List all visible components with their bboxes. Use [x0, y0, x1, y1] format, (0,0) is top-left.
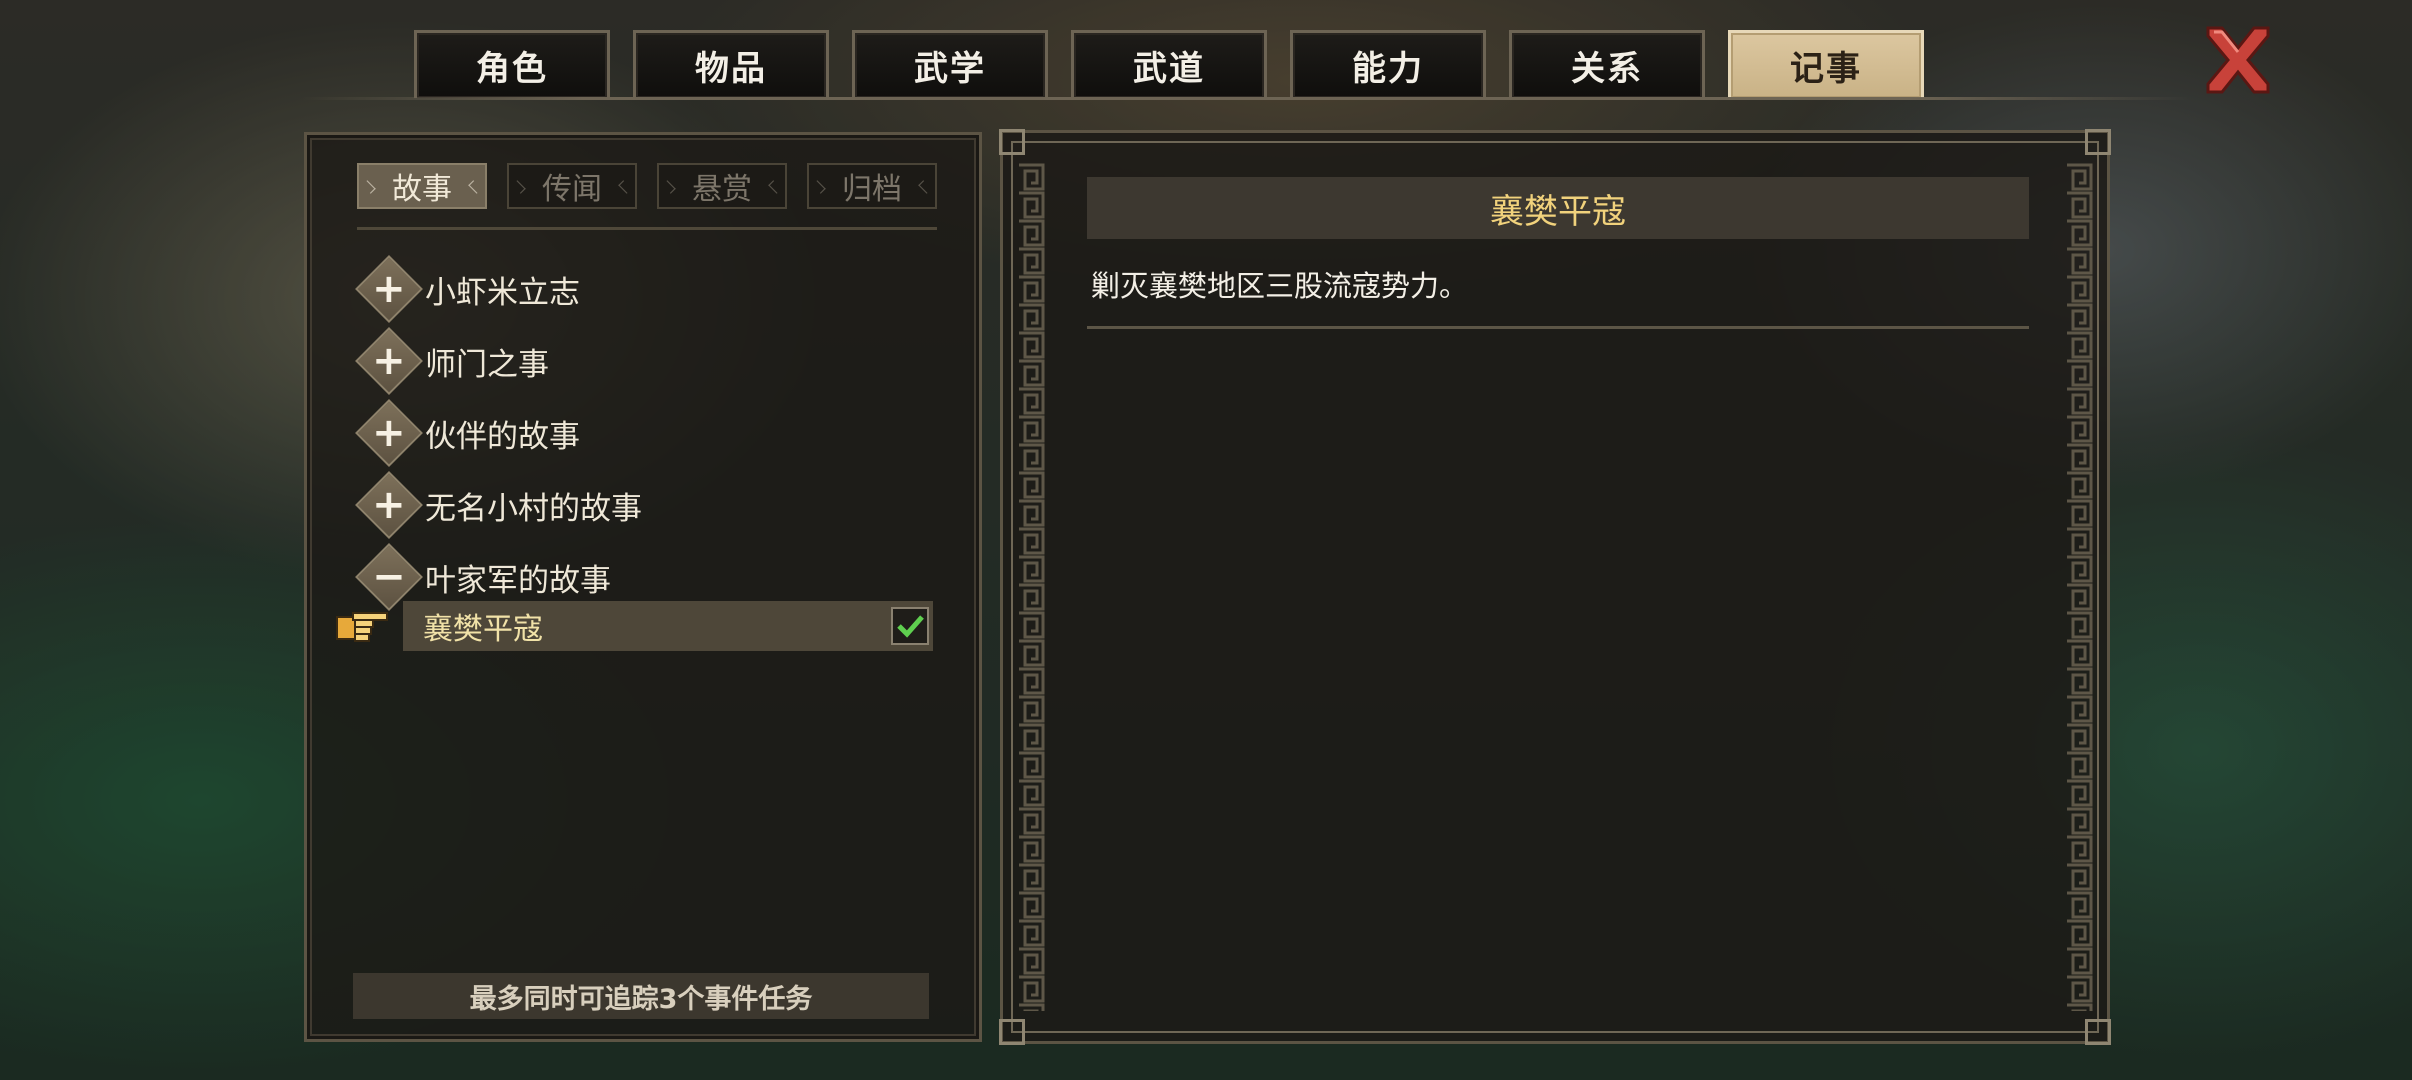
expand-icon[interactable]: + — [355, 255, 423, 323]
tab-martial-way[interactable]: 武道 — [1071, 30, 1267, 98]
tab-relations[interactable]: 关系 — [1509, 30, 1705, 98]
detail-divider — [1087, 326, 2029, 329]
tab-abilities[interactable]: 能力 — [1290, 30, 1486, 98]
tab-character[interactable]: 角色 — [414, 30, 610, 98]
story-item[interactable]: + 伙伴的故事 — [355, 397, 642, 469]
frame-corner — [999, 129, 1025, 155]
story-label: 无名小村的故事 — [425, 490, 642, 527]
story-label: 小虾米立志 — [425, 274, 580, 311]
tab-journal[interactable]: 记事 — [1728, 30, 1924, 98]
frame-corner — [999, 1019, 1025, 1045]
expand-icon[interactable]: + — [355, 471, 423, 539]
story-item[interactable]: + 小虾米立志 — [355, 253, 642, 325]
story-item[interactable]: + 师门之事 — [355, 325, 642, 397]
expand-icon[interactable]: + — [355, 399, 423, 467]
tab-martial-arts[interactable]: 武学 — [852, 30, 1048, 98]
frame-corner — [2085, 1019, 2111, 1045]
expand-icon[interactable]: + — [355, 327, 423, 395]
sub-tab-bar: 故事 传闻 悬赏 归档 — [357, 163, 937, 209]
hand-pointer-icon — [336, 612, 388, 642]
main-tab-bar: 角色 物品 武学 武道 能力 关系 记事 — [414, 30, 1924, 98]
quest-description: 剿灭襄樊地区三股流寇势力。 — [1091, 269, 1469, 303]
tab-items[interactable]: 物品 — [633, 30, 829, 98]
close-icon — [2206, 26, 2270, 94]
track-checkbox[interactable] — [891, 607, 929, 645]
quest-list-panel: 故事 传闻 悬赏 归档 + 小虾米立志 + 师门之事 + 伙伴的故事 + 无名小… — [304, 132, 982, 1042]
checkmark-icon — [897, 615, 924, 638]
tracking-limit-note: 最多同时可追踪3个事件任务 — [353, 973, 929, 1019]
selected-quest-row[interactable]: 襄樊平寇 — [403, 601, 933, 651]
subtab-rumors[interactable]: 传闻 — [507, 163, 637, 209]
story-list: + 小虾米立志 + 师门之事 + 伙伴的故事 + 无名小村的故事 − 叶家军的故… — [355, 253, 642, 613]
story-label: 师门之事 — [425, 346, 549, 383]
tab-bar-divider — [300, 97, 2192, 100]
close-button[interactable] — [2198, 20, 2278, 100]
meander-border-right — [2065, 163, 2093, 1011]
subtab-archive[interactable]: 归档 — [807, 163, 937, 209]
quest-title: 襄樊平寇 — [1087, 177, 2029, 239]
frame-corner — [2085, 129, 2111, 155]
story-item[interactable]: + 无名小村的故事 — [355, 469, 642, 541]
meander-border-left — [1017, 163, 1045, 1011]
sub-tab-divider — [357, 227, 937, 230]
quest-label: 襄樊平寇 — [423, 612, 543, 647]
quest-detail-panel: 襄樊平寇 剿灭襄樊地区三股流寇势力。 — [999, 129, 2111, 1045]
subtab-bounties[interactable]: 悬赏 — [657, 163, 787, 209]
story-label: 叶家军的故事 — [425, 562, 611, 599]
subtab-stories[interactable]: 故事 — [357, 163, 487, 209]
story-label: 伙伴的故事 — [425, 418, 580, 455]
